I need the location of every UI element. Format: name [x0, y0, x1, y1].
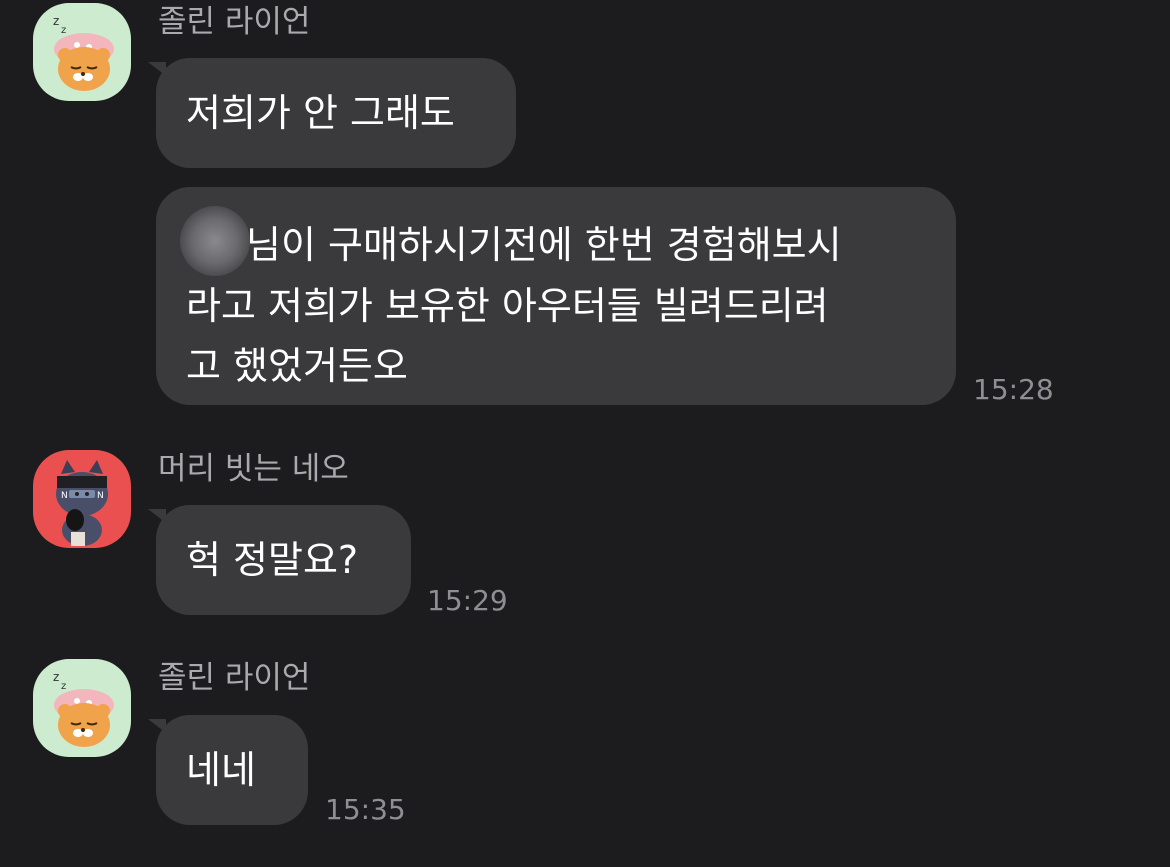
svg-text:N: N [61, 491, 68, 501]
neo-cat-icon: N N [33, 450, 131, 548]
message-text: 고 했었거든오 [186, 344, 408, 388]
ryan-sleeping-icon: z z [33, 659, 131, 757]
message-bubble[interactable]: 헉 정말요? [148, 505, 411, 615]
blurred-name-redaction [180, 206, 250, 276]
sender-avatar[interactable]: z z [33, 659, 131, 757]
message-bubble[interactable]: 저희가 안 그래도 [148, 58, 516, 168]
chat-message-list: z z 졸린 라이언 저희가 안 그래도 님이 구매하시기전에 한번 경험해보시… [0, 0, 1170, 867]
svg-text:N: N [97, 491, 104, 501]
ryan-sleeping-icon: z z [33, 3, 131, 101]
svg-text:z: z [53, 670, 59, 684]
sender-name: 졸린 라이언 [158, 660, 311, 696]
message-text: 라고 저희가 보유한 아우터들 빌려드리려 [186, 284, 829, 328]
message-text: 네네 [186, 748, 256, 792]
svg-text:z: z [61, 681, 66, 692]
message-text: 저희가 안 그래도 [186, 91, 455, 135]
message-text: 헉 정말요? [186, 538, 359, 582]
message-text-line: 님이 구매하시기전에 한번 경험해보시 [180, 206, 926, 276]
svg-text:z: z [61, 25, 66, 36]
message-timestamp: 15:35 [325, 793, 406, 826]
message-bubble[interactable]: 님이 구매하시기전에 한번 경험해보시 라고 저희가 보유한 아우터들 빌려드리… [156, 187, 956, 405]
sender-name: 머리 빗는 네오 [158, 451, 349, 487]
message-bubble[interactable]: 네네 [148, 715, 308, 825]
message-timestamp: 15:28 [973, 373, 1054, 406]
sender-avatar[interactable]: z z [33, 3, 131, 101]
message-text: 님이 구매하시기전에 한번 경험해보시 [246, 223, 842, 267]
sender-avatar[interactable]: N N [33, 450, 131, 548]
svg-text:z: z [53, 14, 59, 28]
sender-name: 졸린 라이언 [158, 4, 311, 40]
message-timestamp: 15:29 [427, 584, 508, 617]
